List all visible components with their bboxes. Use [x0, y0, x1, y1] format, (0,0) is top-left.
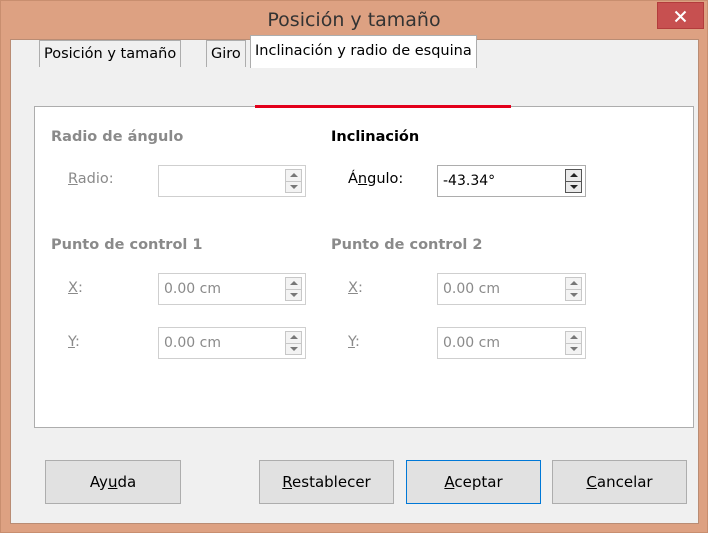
spin-down-icon[interactable]: [566, 343, 581, 355]
control-point-2-heading: Punto de control 2: [331, 237, 483, 253]
cp2-x-spinner[interactable]: [565, 277, 582, 301]
tab-slant-corner-radius[interactable]: Inclinación y radio de esquina: [250, 35, 477, 68]
dialog-window: Posición y tamaño Posición y tamaño Giro…: [0, 0, 708, 533]
spin-down-icon[interactable]: [566, 181, 581, 193]
spin-up-icon[interactable]: [566, 170, 581, 181]
radius-spinner[interactable]: [285, 169, 302, 193]
tab-position-and-size[interactable]: Posición y tamaño: [39, 40, 182, 67]
close-icon: [674, 10, 687, 23]
corner-radius-heading: Radio de ángulo: [51, 129, 184, 145]
cp1-y-input[interactable]: 0.00 cm: [158, 327, 306, 359]
control-point-1-heading: Punto de control 1: [51, 237, 203, 253]
cancel-button[interactable]: Cancelar: [552, 460, 687, 504]
cp1-x-label: X:: [68, 280, 83, 296]
angle-input[interactable]: -43.34°: [437, 165, 586, 197]
radius-label: Radio:: [68, 171, 114, 187]
cp1-y-label: Y:: [68, 334, 80, 350]
angle-label: Ángulo:: [348, 171, 404, 187]
tab-rotation[interactable]: Giro: [206, 40, 246, 67]
dialog-title: Posición y tamaño: [267, 9, 441, 31]
cp2-x-input[interactable]: 0.00 cm: [437, 273, 586, 305]
close-button[interactable]: [657, 2, 704, 29]
spin-up-icon[interactable]: [286, 170, 301, 181]
cp1-y-spinner[interactable]: [285, 331, 302, 355]
cp1-x-input[interactable]: 0.00 cm: [158, 273, 306, 305]
spin-up-icon[interactable]: [566, 332, 581, 343]
cp2-y-spinner[interactable]: [565, 331, 582, 355]
angle-spinner[interactable]: [565, 169, 582, 193]
spin-down-icon[interactable]: [566, 289, 581, 301]
slant-heading: Inclinación: [331, 129, 420, 145]
spin-up-icon[interactable]: [286, 278, 301, 289]
help-button[interactable]: Ayuda: [45, 460, 181, 504]
spin-down-icon[interactable]: [286, 289, 301, 301]
cp1-x-spinner[interactable]: [285, 277, 302, 301]
cp2-y-label: Y:: [348, 334, 360, 350]
active-tab-indicator: [255, 105, 511, 108]
spin-down-icon[interactable]: [286, 343, 301, 355]
spin-down-icon[interactable]: [286, 181, 301, 193]
ok-button[interactable]: Aceptar: [406, 460, 541, 504]
cp2-y-input[interactable]: 0.00 cm: [437, 327, 586, 359]
title-bar[interactable]: Posición y tamaño: [1, 1, 707, 39]
cp2-x-label: X:: [348, 280, 363, 296]
reset-button[interactable]: Restablecer: [259, 460, 394, 504]
tab-panel: [34, 106, 694, 428]
spin-up-icon[interactable]: [566, 278, 581, 289]
spin-up-icon[interactable]: [286, 332, 301, 343]
radius-input[interactable]: [158, 165, 306, 197]
